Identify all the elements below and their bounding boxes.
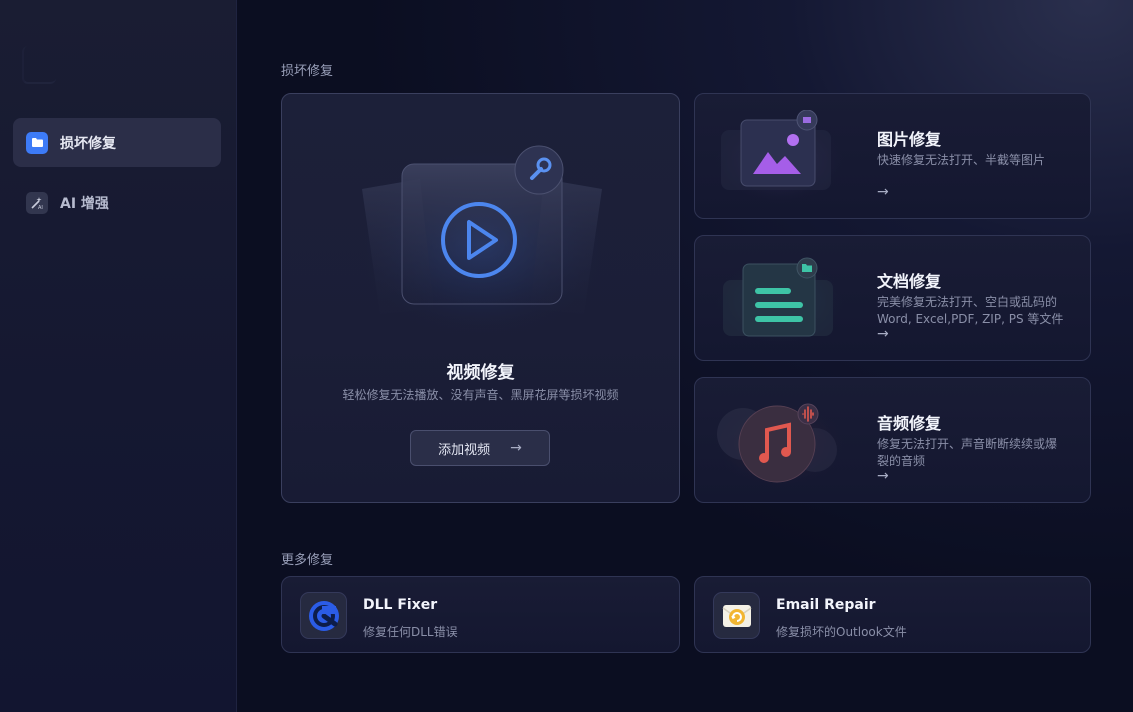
add-video-label: 添加视频 — [438, 442, 491, 458]
video-repair-card[interactable]: 视频修复 轻松修复无法播放、没有声音、黑屏花屏等损坏视频 添加视频 → — [281, 93, 680, 503]
add-video-button[interactable]: 添加视频 → — [410, 430, 550, 466]
dll-fixer-icon — [300, 592, 347, 639]
dll-fixer-desc: 修复任何DLL错误 — [363, 625, 458, 639]
email-repair-card[interactable]: Email Repair 修复损坏的Outlook文件 — [694, 576, 1091, 653]
image-repair-desc: 快速修复无法打开、半截等图片 — [877, 153, 1046, 167]
audio-repair-title: 音频修复 — [877, 414, 942, 433]
document-repair-title: 文档修复 — [877, 272, 942, 291]
arrow-right-icon: → — [877, 468, 889, 484]
section-title-more: 更多修复 — [281, 553, 334, 568]
image-repair-card[interactable]: 图片修复 快速修复无法打开、半截等图片 → — [694, 93, 1091, 219]
sidebar-item-label: 损坏修复 — [60, 135, 116, 152]
image-repair-title: 图片修复 — [877, 130, 942, 149]
audio-repair-desc: 修复无法打开、声音断断续续或爆裂的音频 — [877, 437, 1058, 468]
document-repair-card[interactable]: 文档修复 完美修复无法打开、空白或乱码的Word, Excel,PDF, ZIP… — [694, 235, 1091, 361]
dll-fixer-title: DLL Fixer — [363, 597, 438, 613]
email-repair-icon — [713, 592, 760, 639]
section-title-repair: 损坏修复 — [281, 64, 334, 79]
document-repair-illustration — [715, 257, 845, 346]
dll-fixer-card[interactable]: DLL Fixer 修复任何DLL错误 — [281, 576, 680, 653]
folder-icon — [26, 131, 48, 154]
email-repair-title: Email Repair — [776, 597, 876, 613]
image-repair-illustration — [715, 110, 845, 204]
video-repair-title: 视频修复 — [446, 363, 515, 383]
arrow-right-icon: → — [877, 326, 889, 342]
sidebar: 损坏修复 AI AI 增强 — [0, 0, 237, 712]
video-repair-desc: 轻松修复无法播放、没有声音、黑屏花屏等损坏视频 — [342, 388, 619, 402]
arrow-right-icon: → — [877, 184, 889, 200]
main-panel: 损坏修复 视频修复 轻松修复无法播放、没有声音、黑屏花屏等损坏视频 添加视频 →… — [237, 0, 1133, 712]
sidebar-item-ai-enhance[interactable]: AI AI 增强 — [13, 178, 221, 227]
ai-wand-icon: AI — [26, 191, 48, 214]
logo-mark — [22, 46, 56, 84]
audio-repair-illustration — [715, 400, 845, 488]
app-logo — [22, 46, 182, 86]
arrow-right-icon: → — [510, 440, 522, 456]
email-repair-desc: 修复损坏的Outlook文件 — [776, 625, 907, 639]
document-repair-desc: 完美修复无法打开、空白或乱码的Word, Excel,PDF, ZIP, PS … — [877, 295, 1064, 326]
video-repair-illustration — [352, 145, 612, 339]
sidebar-item-damage-repair[interactable]: 损坏修复 — [13, 118, 221, 167]
audio-repair-card[interactable]: 音频修复 修复无法打开、声音断断续续或爆裂的音频 → — [694, 377, 1091, 503]
sidebar-item-label: AI 增强 — [60, 195, 109, 212]
svg-text:AI: AI — [38, 205, 43, 210]
